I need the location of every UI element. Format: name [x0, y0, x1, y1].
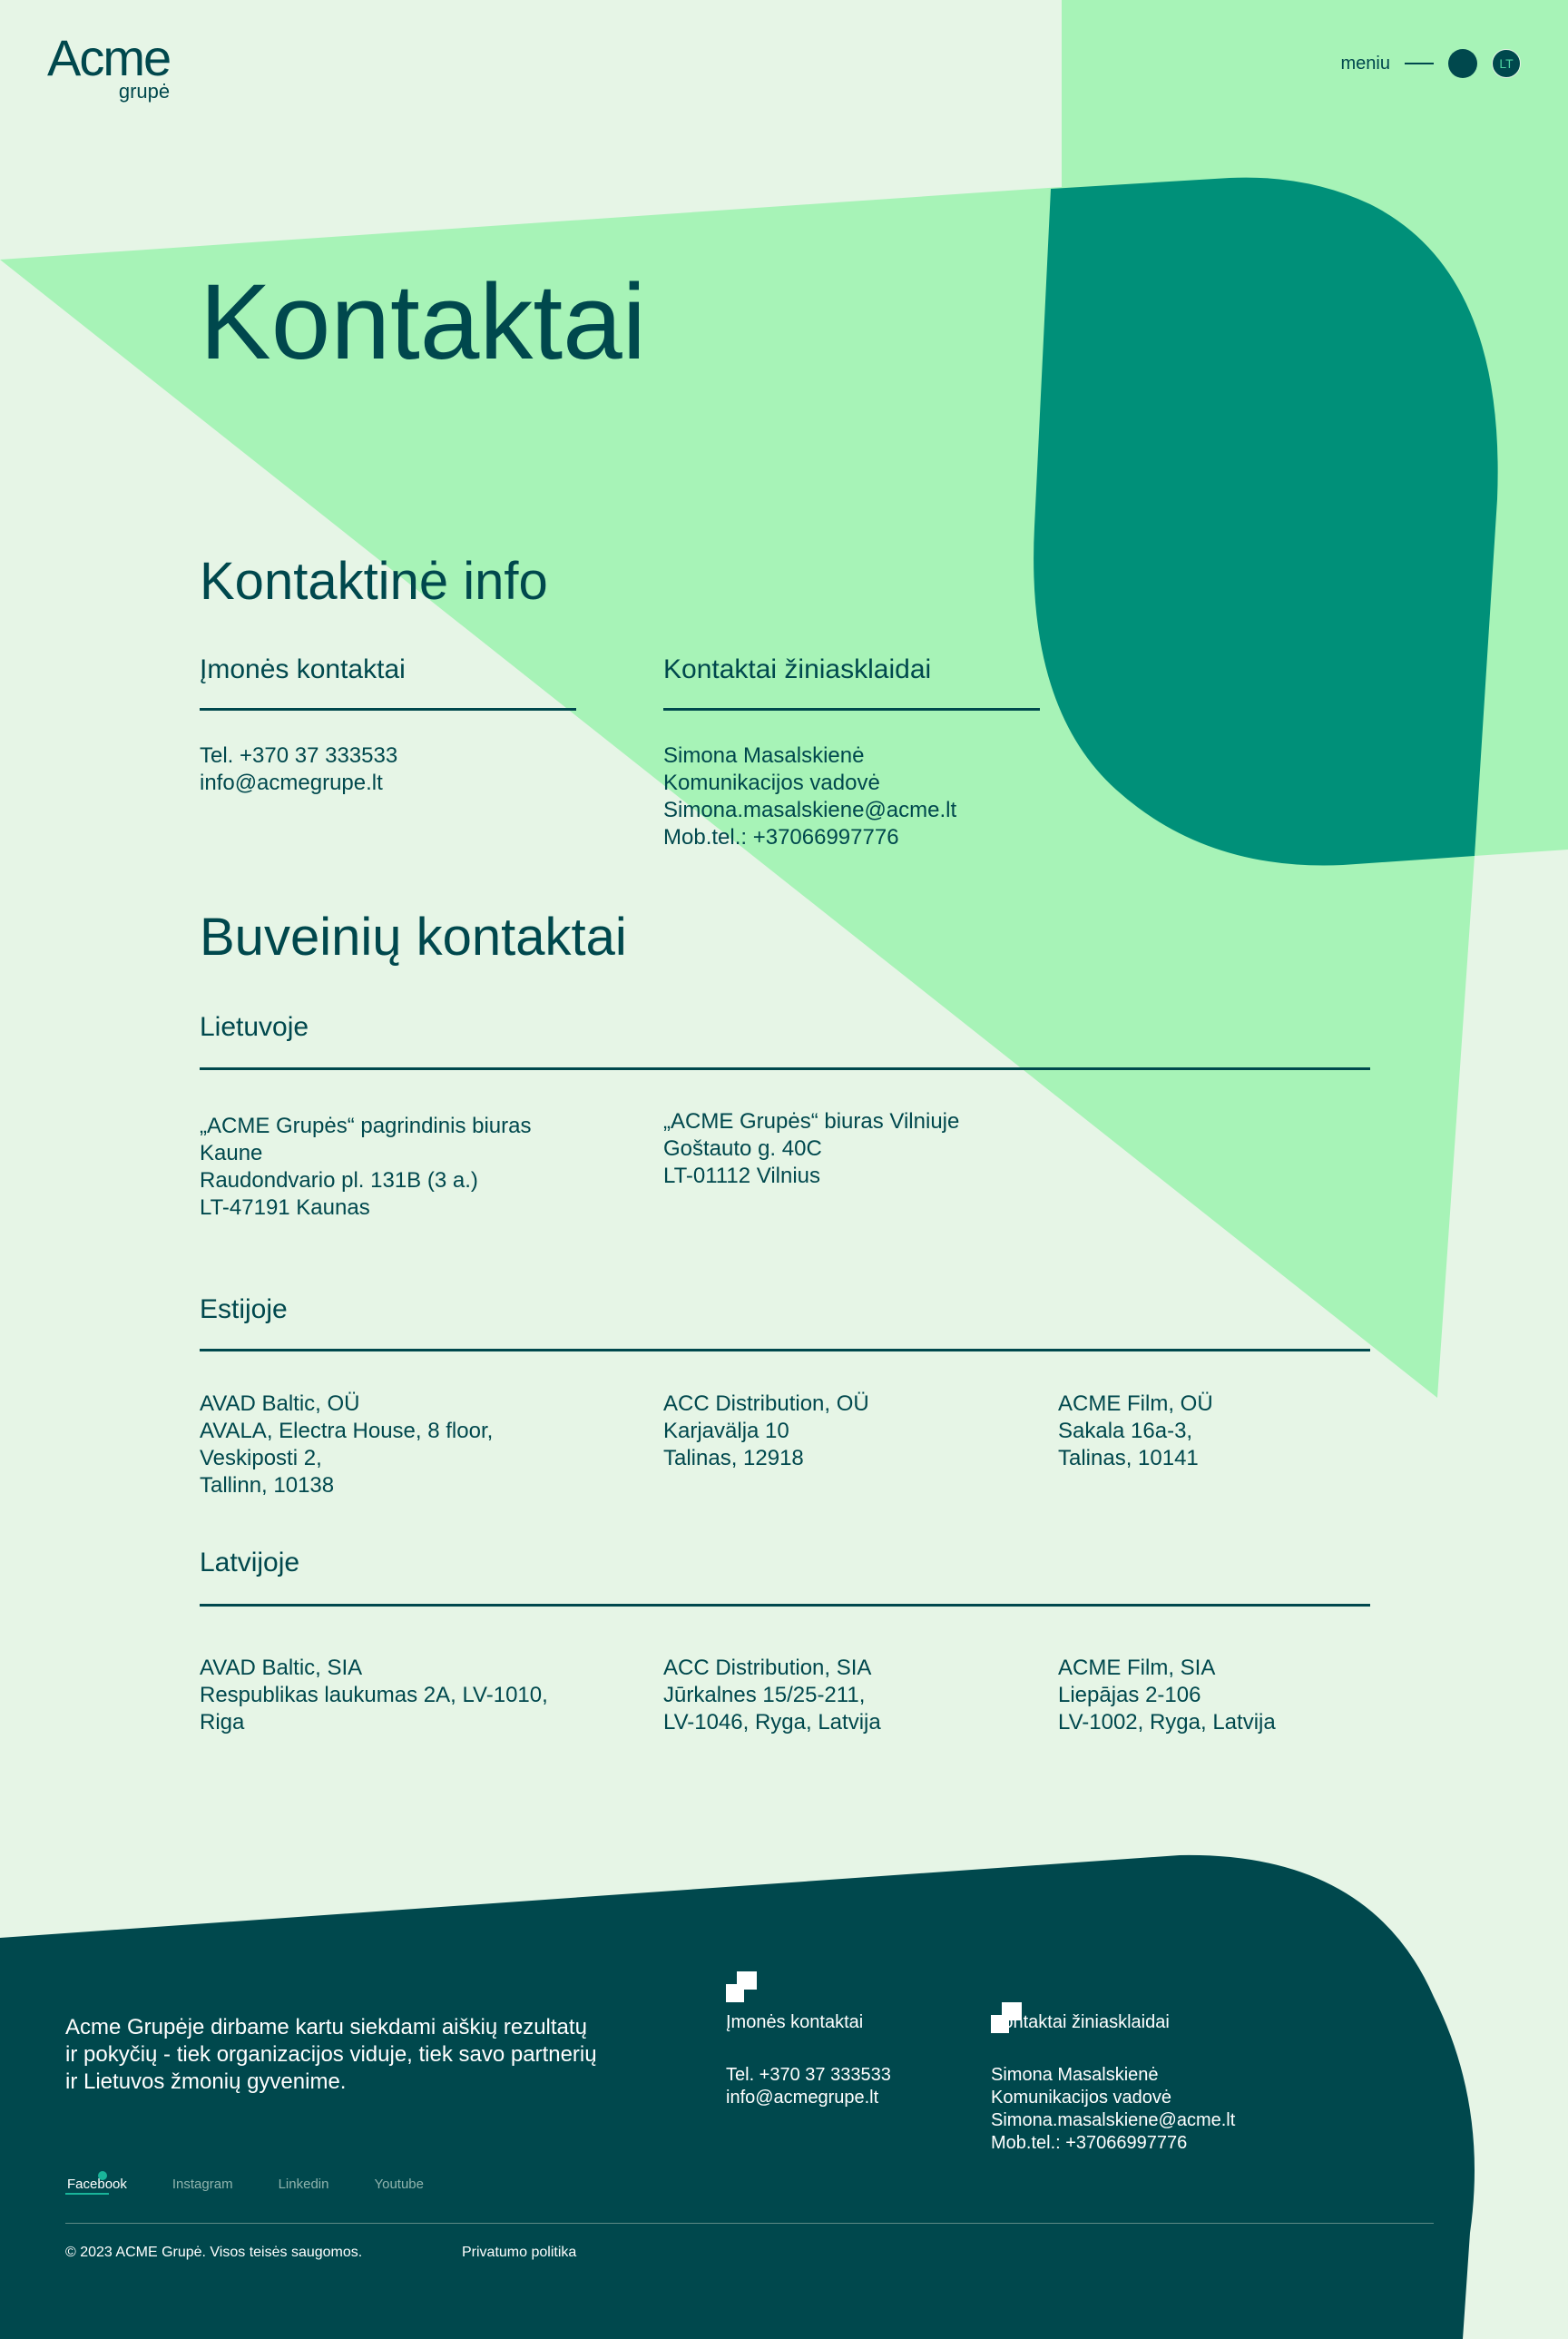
- office-card: ACC Distribution, OÜ Karjavälja 10 Talin…: [663, 1391, 869, 1472]
- office-line: Kaune: [200, 1141, 263, 1165]
- footer-media-phone[interactable]: Mob.tel.: +37066997776: [991, 2132, 1235, 2155]
- latvia-title: Latvijoje: [200, 1548, 300, 1577]
- office-line: „ACME Grupės“ biuras Vilniuje: [663, 1109, 960, 1134]
- office-line: LV-1002, Ryga, Latvija: [1058, 1710, 1276, 1735]
- office-card: ACC Distribution, SIA Jūrkalnes 15/25-21…: [663, 1655, 881, 1736]
- footer-tagline: Acme Grupėje dirbame kartu siekdami aišk…: [65, 2014, 597, 2096]
- footer-company-phone[interactable]: Tel. +370 37 333533: [726, 2064, 891, 2087]
- office-line: „ACME Grupės“ pagrindinis biuras: [200, 1114, 532, 1138]
- social-link-instagram[interactable]: Instagram: [172, 2177, 233, 2192]
- media-contact-email[interactable]: Simona.masalskiene@acme.lt: [663, 797, 956, 824]
- top-nav: meniu LT: [1341, 49, 1521, 78]
- footer-media-contacts: Simona Masalskienė Komunikacijos vadovė …: [991, 2064, 1235, 2155]
- office-card: AVAD Baltic, OÜ AVALA, Electra House, 8 …: [200, 1391, 493, 1499]
- logo-wordmark: Acme: [47, 29, 172, 86]
- office-line: AVALA, Electra House, 8 floor,: [200, 1419, 494, 1443]
- logo[interactable]: Acme grupė: [47, 29, 172, 103]
- contact-info-heading: Kontaktinė info: [200, 552, 548, 611]
- office-line: AVAD Baltic, SIA: [200, 1656, 363, 1680]
- lithuania-title: Lietuvoje: [200, 1012, 309, 1042]
- media-contact-role: Komunikacijos vadovė: [663, 771, 880, 795]
- menu-line-icon[interactable]: [1405, 63, 1434, 64]
- language-switch[interactable]: LT: [1492, 49, 1521, 78]
- company-email[interactable]: info@acmegrupe.lt: [200, 770, 397, 797]
- office-line: Veskiposti 2,: [200, 1446, 322, 1470]
- footer-media-role: Komunikacijos vadovė: [991, 2088, 1171, 2108]
- media-contacts-title: Kontaktai žiniasklaidai: [663, 654, 932, 684]
- office-line: ACC Distribution, OÜ: [663, 1391, 869, 1416]
- tagline-line: ir Lietuvos žmonių gyvenime.: [65, 2069, 347, 2094]
- office-line: Goštauto g. 40C: [663, 1136, 822, 1161]
- footer-divider: [65, 2223, 1434, 2224]
- tagline-line: Acme Grupėje dirbame kartu siekdami aišk…: [65, 2015, 587, 2039]
- office-line: ACME Film, SIA: [1058, 1656, 1216, 1680]
- social-link-linkedin[interactable]: Linkedin: [279, 2177, 329, 2192]
- estonia-title: Estijoje: [200, 1294, 288, 1324]
- office-line: Liepājas 2-106: [1058, 1683, 1201, 1707]
- office-line: Riga: [200, 1710, 245, 1735]
- footer-media-title: Kontaktai žiniasklaidai: [991, 2012, 1170, 2032]
- company-contacts-block: Tel. +370 37 333533 info@acmegrupe.lt: [200, 742, 397, 797]
- office-line: LV-1046, Ryga, Latvija: [663, 1710, 881, 1735]
- footer-company-email[interactable]: info@acmegrupe.lt: [726, 2087, 891, 2109]
- active-underline: [65, 2193, 109, 2195]
- privacy-link[interactable]: Privatumo politika: [462, 2245, 576, 2261]
- office-line: Tallinn, 10138: [200, 1473, 335, 1498]
- office-line: Respublikas laukumas 2A, LV-1010,: [200, 1683, 548, 1707]
- social-link-facebook[interactable]: Facebook: [67, 2177, 127, 2192]
- social-links: Facebook Instagram Linkedin Youtube: [67, 2177, 424, 2192]
- office-line: Sakala 16a-3,: [1058, 1419, 1193, 1443]
- copyright: © 2023 ACME Grupė. Visos teisės saugomos…: [65, 2245, 363, 2260]
- active-dot-icon: [98, 2171, 107, 2180]
- office-line: Talinas, 10141: [1058, 1446, 1199, 1470]
- office-card: „ACME Grupės“ pagrindinis biuras Kaune R…: [200, 1113, 531, 1222]
- acme-mark-icon: [726, 1971, 757, 2002]
- divider: [200, 1349, 1370, 1351]
- footer-media-name: Simona Masalskienė: [991, 2065, 1159, 2085]
- divider: [200, 1604, 1370, 1607]
- page-title: Kontaktai: [200, 262, 646, 382]
- divider: [200, 708, 576, 711]
- office-line: ACME Film, OÜ: [1058, 1391, 1213, 1416]
- office-line: ACC Distribution, SIA: [663, 1656, 872, 1680]
- office-line: LT-47191 Kaunas: [200, 1195, 370, 1220]
- media-contact-name: Simona Masalskienė: [663, 743, 865, 768]
- office-line: AVAD Baltic, OÜ: [200, 1391, 360, 1416]
- menu-dot-icon[interactable]: [1448, 49, 1477, 78]
- media-contacts-block: Simona Masalskienė Komunikacijos vadovė …: [663, 742, 956, 851]
- office-card: ACME Film, SIA Liepājas 2-106 LV-1002, R…: [1058, 1655, 1276, 1736]
- footer-company-title: Įmonės kontaktai: [726, 2012, 864, 2032]
- company-phone[interactable]: Tel. +370 37 333533: [200, 742, 397, 770]
- office-line: Raudondvario pl. 131B (3 a.): [200, 1168, 478, 1193]
- divider: [663, 708, 1040, 711]
- social-link-youtube[interactable]: Youtube: [374, 2177, 424, 2192]
- office-line: Talinas, 12918: [663, 1446, 804, 1470]
- company-contacts-title: Įmonės kontaktai: [200, 654, 406, 684]
- media-contact-phone[interactable]: Mob.tel.: +37066997776: [663, 824, 956, 851]
- divider: [200, 1067, 1370, 1070]
- office-line: Karjavälja 10: [663, 1419, 789, 1443]
- menu-button[interactable]: meniu: [1341, 54, 1390, 74]
- office-card: „ACME Grupės“ biuras Vilniuje Goštauto g…: [663, 1108, 959, 1190]
- footer-company-contacts: Tel. +370 37 333533 info@acmegrupe.lt: [726, 2064, 891, 2109]
- office-line: LT-01112 Vilnius: [663, 1164, 821, 1188]
- office-card: AVAD Baltic, SIA Respublikas laukumas 2A…: [200, 1655, 548, 1736]
- footer-media-email[interactable]: Simona.masalskiene@acme.lt: [991, 2109, 1235, 2132]
- teal-blob: [1034, 177, 1498, 866]
- logo-subtitle: grupė: [118, 80, 171, 103]
- office-line: Jūrkalnes 15/25-211,: [663, 1683, 866, 1707]
- offices-heading: Buveinių kontaktai: [200, 908, 627, 967]
- office-card: ACME Film, OÜ Sakala 16a-3, Talinas, 101…: [1058, 1391, 1213, 1472]
- tagline-line: ir pokyčių - tiek organizacijos viduje, …: [65, 2042, 597, 2067]
